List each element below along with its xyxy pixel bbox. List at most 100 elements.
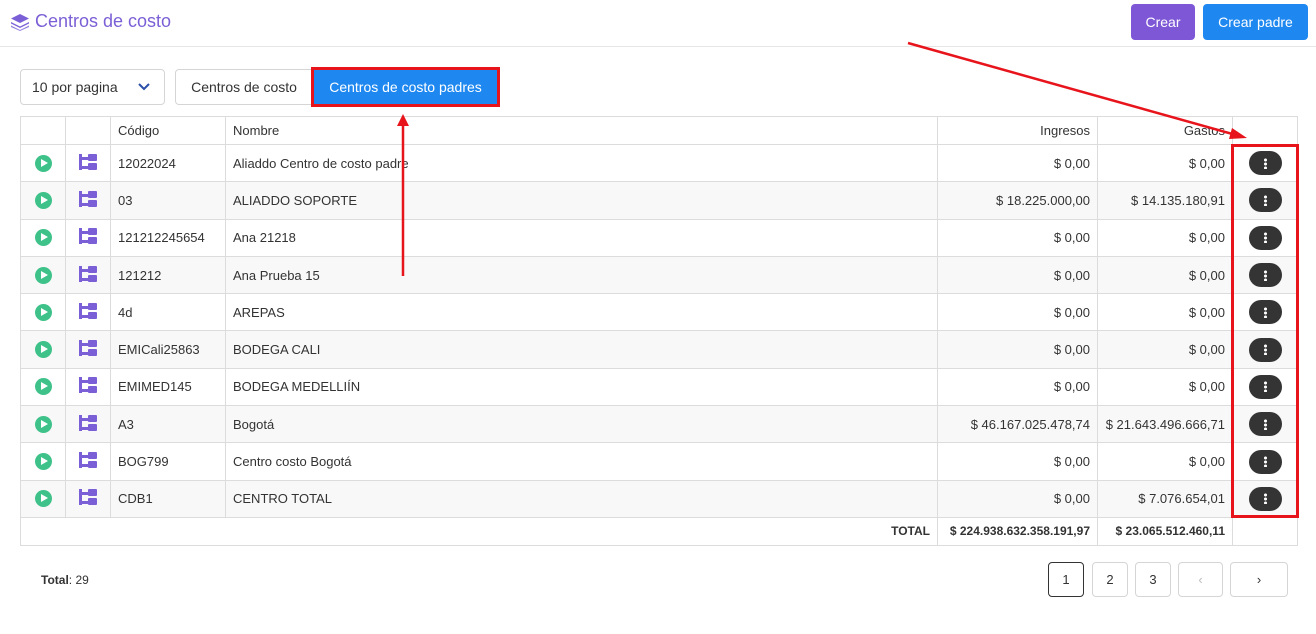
per-page-value: 10 por pagina [32,79,118,95]
play-icon[interactable] [34,191,52,209]
cell-nombre: Centro costo Bogotá [225,442,938,481]
cell-codigo: EMICali25863 [110,330,226,369]
total-count: Total: 29 [41,573,89,587]
play-cell[interactable] [20,255,66,295]
more-options-button[interactable] [1248,151,1282,176]
more-options-button[interactable] [1248,300,1282,325]
options-cell [1232,405,1298,444]
kebab-icon [1263,232,1267,244]
page-1-button[interactable]: 1 [1048,562,1084,597]
sitemap-icon[interactable] [78,302,98,320]
create-parent-button[interactable]: Crear padre [1203,4,1308,40]
tree-cell[interactable] [65,405,111,444]
total-gastos: $ 23.065.512.460,11 [1097,516,1233,546]
chevron-down-icon [138,83,150,91]
cell-nombre: Ana Prueba 15 [225,255,938,295]
kebab-icon [1263,306,1267,318]
play-icon[interactable] [34,303,52,321]
play-cell[interactable] [20,181,66,220]
page-2-button[interactable]: 2 [1092,562,1128,597]
next-page-button[interactable]: › [1230,562,1288,597]
cell-gastos: $ 21.643.496.666,71 [1097,405,1233,444]
table-row: EMICali25863 BODEGA CALI $ 0,00 $ 0,00 [20,330,1298,369]
create-button[interactable]: Crear [1131,4,1195,40]
tree-cell[interactable] [65,367,111,407]
table-row: CDB1 CENTRO TOTAL $ 0,00 $ 7.076.654,01 [20,479,1298,518]
play-icon[interactable] [34,229,52,247]
tree-cell[interactable] [65,255,111,295]
tree-cell[interactable] [65,479,111,518]
play-cell[interactable] [20,143,66,183]
tree-cell[interactable] [65,330,111,369]
play-cell[interactable] [20,405,66,444]
sitemap-icon[interactable] [78,227,98,245]
kebab-icon [1263,418,1267,430]
options-cell [1232,255,1298,295]
chevron-right-icon: › [1256,572,1262,587]
tab-centros-de-costo-padres[interactable]: Centros de costo padres [313,69,498,105]
cell-codigo: A3 [110,405,226,444]
play-icon[interactable] [34,266,52,284]
tab-centros-de-costo[interactable]: Centros de costo [175,69,313,105]
cell-gastos: $ 14.135.180,91 [1097,181,1233,220]
sitemap-icon[interactable] [78,339,98,357]
total-count-label: Total [41,573,69,587]
total-ingresos: $ 224.938.632.358.191,97 [937,516,1098,546]
table-row: 4d AREPAS $ 0,00 $ 0,00 [20,293,1298,332]
tree-cell[interactable] [65,143,111,183]
sitemap-icon[interactable] [78,153,98,171]
more-options-button[interactable] [1248,412,1282,437]
more-options-button[interactable] [1248,263,1282,288]
prev-page-button[interactable]: ‹ [1178,562,1223,597]
options-cell [1232,479,1298,518]
play-cell[interactable] [20,330,66,369]
more-options-button[interactable] [1248,225,1282,250]
options-cell [1232,143,1298,183]
more-options-button[interactable] [1248,188,1282,213]
sitemap-icon[interactable] [78,376,98,394]
play-icon[interactable] [34,415,52,433]
kebab-icon [1263,493,1267,505]
sitemap-icon[interactable] [78,488,98,506]
tree-cell[interactable] [65,218,111,257]
play-icon[interactable] [34,453,52,471]
more-options-button[interactable] [1248,374,1282,399]
play-cell[interactable] [20,293,66,332]
sitemap-icon[interactable] [78,414,98,432]
play-cell[interactable] [20,367,66,407]
play-icon[interactable] [34,154,52,172]
cell-ingresos: $ 0,00 [937,479,1098,518]
more-options-button[interactable] [1248,337,1282,362]
kebab-icon [1263,381,1267,393]
cell-ingresos: $ 0,00 [937,143,1098,183]
play-icon[interactable] [34,490,52,508]
cell-gastos: $ 0,00 [1097,330,1233,369]
play-cell[interactable] [20,442,66,481]
sitemap-icon[interactable] [78,190,98,208]
per-page-select[interactable]: 10 por pagina [20,69,165,105]
cell-codigo: EMIMED145 [110,367,226,407]
cell-codigo: 121212245654 [110,218,226,257]
cell-gastos: $ 0,00 [1097,218,1233,257]
cell-nombre: ALIADDO SOPORTE [225,181,938,220]
table-row: 03 ALIADDO SOPORTE $ 18.225.000,00 $ 14.135… [20,181,1298,220]
play-icon[interactable] [34,341,52,359]
table-row: 121212245654 Ana 21218 $ 0,00 $ 0,00 [20,218,1298,257]
more-options-button[interactable] [1248,449,1282,474]
tree-cell[interactable] [65,293,111,332]
tree-cell[interactable] [65,442,111,481]
column-header-tree [65,116,111,145]
play-icon[interactable] [34,378,52,396]
sitemap-icon[interactable] [78,265,98,283]
play-cell[interactable] [20,479,66,518]
sitemap-icon[interactable] [78,451,98,469]
cell-nombre: AREPAS [225,293,938,332]
table-row: BOG799 Centro costo Bogotá $ 0,00 $ 0,00 [20,442,1298,481]
cell-nombre: BODEGA CALI [225,330,938,369]
play-cell[interactable] [20,218,66,257]
chevron-left-icon: ‹ [1198,572,1203,587]
kebab-icon [1263,456,1267,468]
page-3-button[interactable]: 3 [1135,562,1171,597]
more-options-button[interactable] [1248,486,1282,511]
tree-cell[interactable] [65,181,111,220]
